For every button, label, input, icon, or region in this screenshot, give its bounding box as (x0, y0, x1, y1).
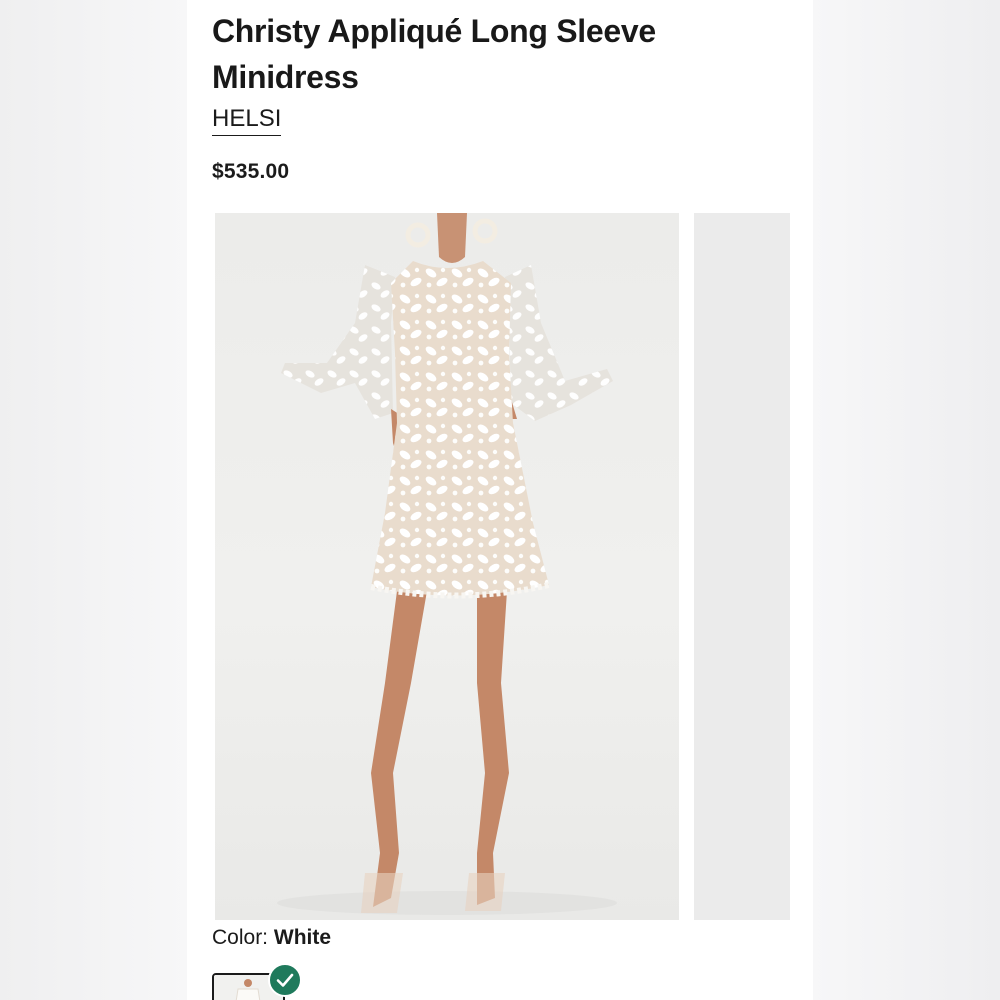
selected-check-icon (268, 963, 302, 997)
brand-link[interactable]: HELSI (212, 104, 282, 136)
color-selector-label: Color: White (212, 926, 331, 950)
dress-photo-partial-icon (694, 213, 790, 920)
product-main-image[interactable] (215, 213, 679, 920)
product-next-image[interactable] (694, 213, 790, 920)
product-title: Christy Appliqué Long Sleeve Minidress (212, 13, 656, 95)
dress-photo-icon (277, 213, 617, 915)
left-blurred-backdrop (0, 0, 187, 1000)
right-blurred-backdrop (813, 0, 1000, 1000)
color-label: Color: (212, 926, 269, 949)
product-panel: Christy Appliqué Long Sleeve Minidress H… (187, 0, 813, 1000)
product-price: $535.00 (212, 160, 290, 183)
color-value: White (273, 926, 332, 949)
